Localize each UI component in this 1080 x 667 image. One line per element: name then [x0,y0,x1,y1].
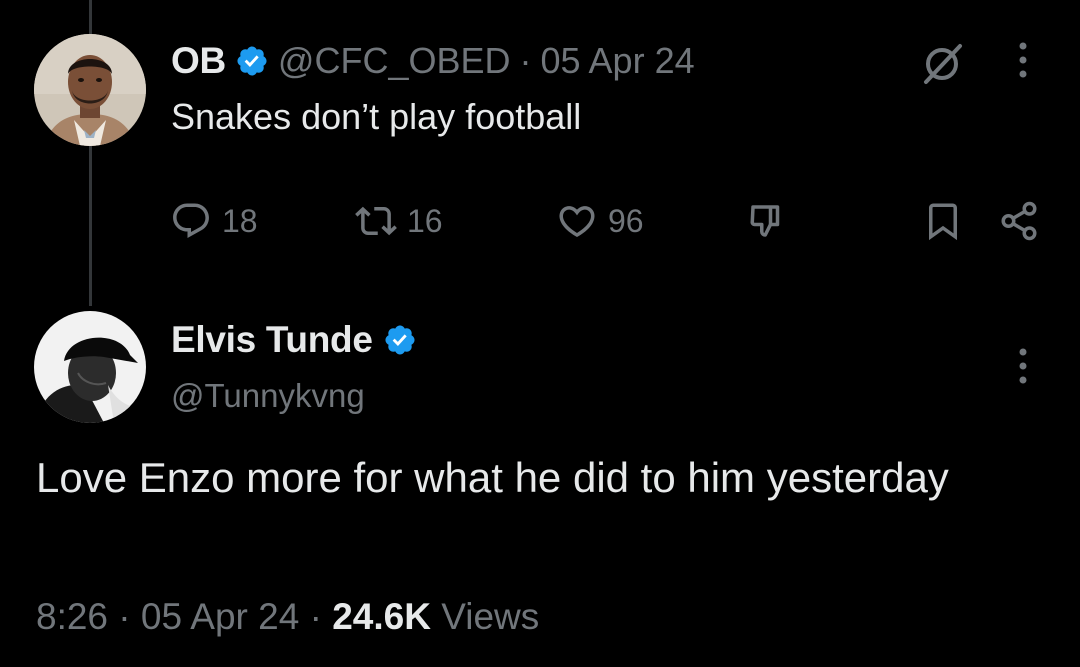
thumbs-down-icon [750,205,780,237]
verified-badge-icon [385,325,415,355]
author-name[interactable]: Elvis Tunde [171,319,373,361]
retweet-icon [355,206,397,236]
separator-dot: · [519,40,532,81]
like-count: 96 [608,202,644,239]
separator-dot: · [309,596,322,637]
bookmark-icon [929,203,957,241]
verified-badge-icon [237,46,267,76]
bookmark-button[interactable] [922,198,964,244]
tweet-meta: 8:26 · 05 Apr 24 · 24.6K Views [36,596,539,638]
reply-count: 18 [222,202,258,239]
reply-button[interactable]: 18 [170,198,258,244]
elvis-avatar[interactable] [34,311,146,423]
retweet-count: 16 [407,202,443,239]
retweet-button[interactable]: 16 [355,198,443,244]
reply-author-row: Elvis Tunde [171,317,417,363]
grok-icon[interactable] [918,40,966,88]
tweet-date[interactable]: 05 Apr 24 [141,596,299,637]
tweet-time[interactable]: 8:26 [36,596,108,637]
author-handle[interactable]: @Tunnykvng [171,377,365,415]
more-options-icon[interactable] [1013,344,1033,388]
views-label: Views [441,596,540,637]
author-handle[interactable]: @CFC_OBED [278,40,511,82]
more-options-icon[interactable] [1013,38,1033,82]
tweet-text: Love Enzo more for what he did to him ye… [36,454,949,501]
views-count[interactable]: 24.6K [332,596,431,637]
downvote-button[interactable] [746,198,788,244]
reply-icon [173,203,209,238]
tweet-date[interactable]: 05 Apr 24 [540,40,694,82]
like-button[interactable]: 96 [556,198,644,244]
share-icon [1001,201,1037,241]
separator-dot: · [118,596,131,637]
heart-icon [559,206,595,238]
author-name[interactable]: OB [171,40,226,82]
tweet-text: Snakes don’t play football [171,96,582,137]
ob-avatar[interactable] [34,34,146,146]
parent-tweet-header: OB @CFC_OBED · 05 Apr 24 [171,38,695,84]
share-button[interactable] [998,198,1040,244]
